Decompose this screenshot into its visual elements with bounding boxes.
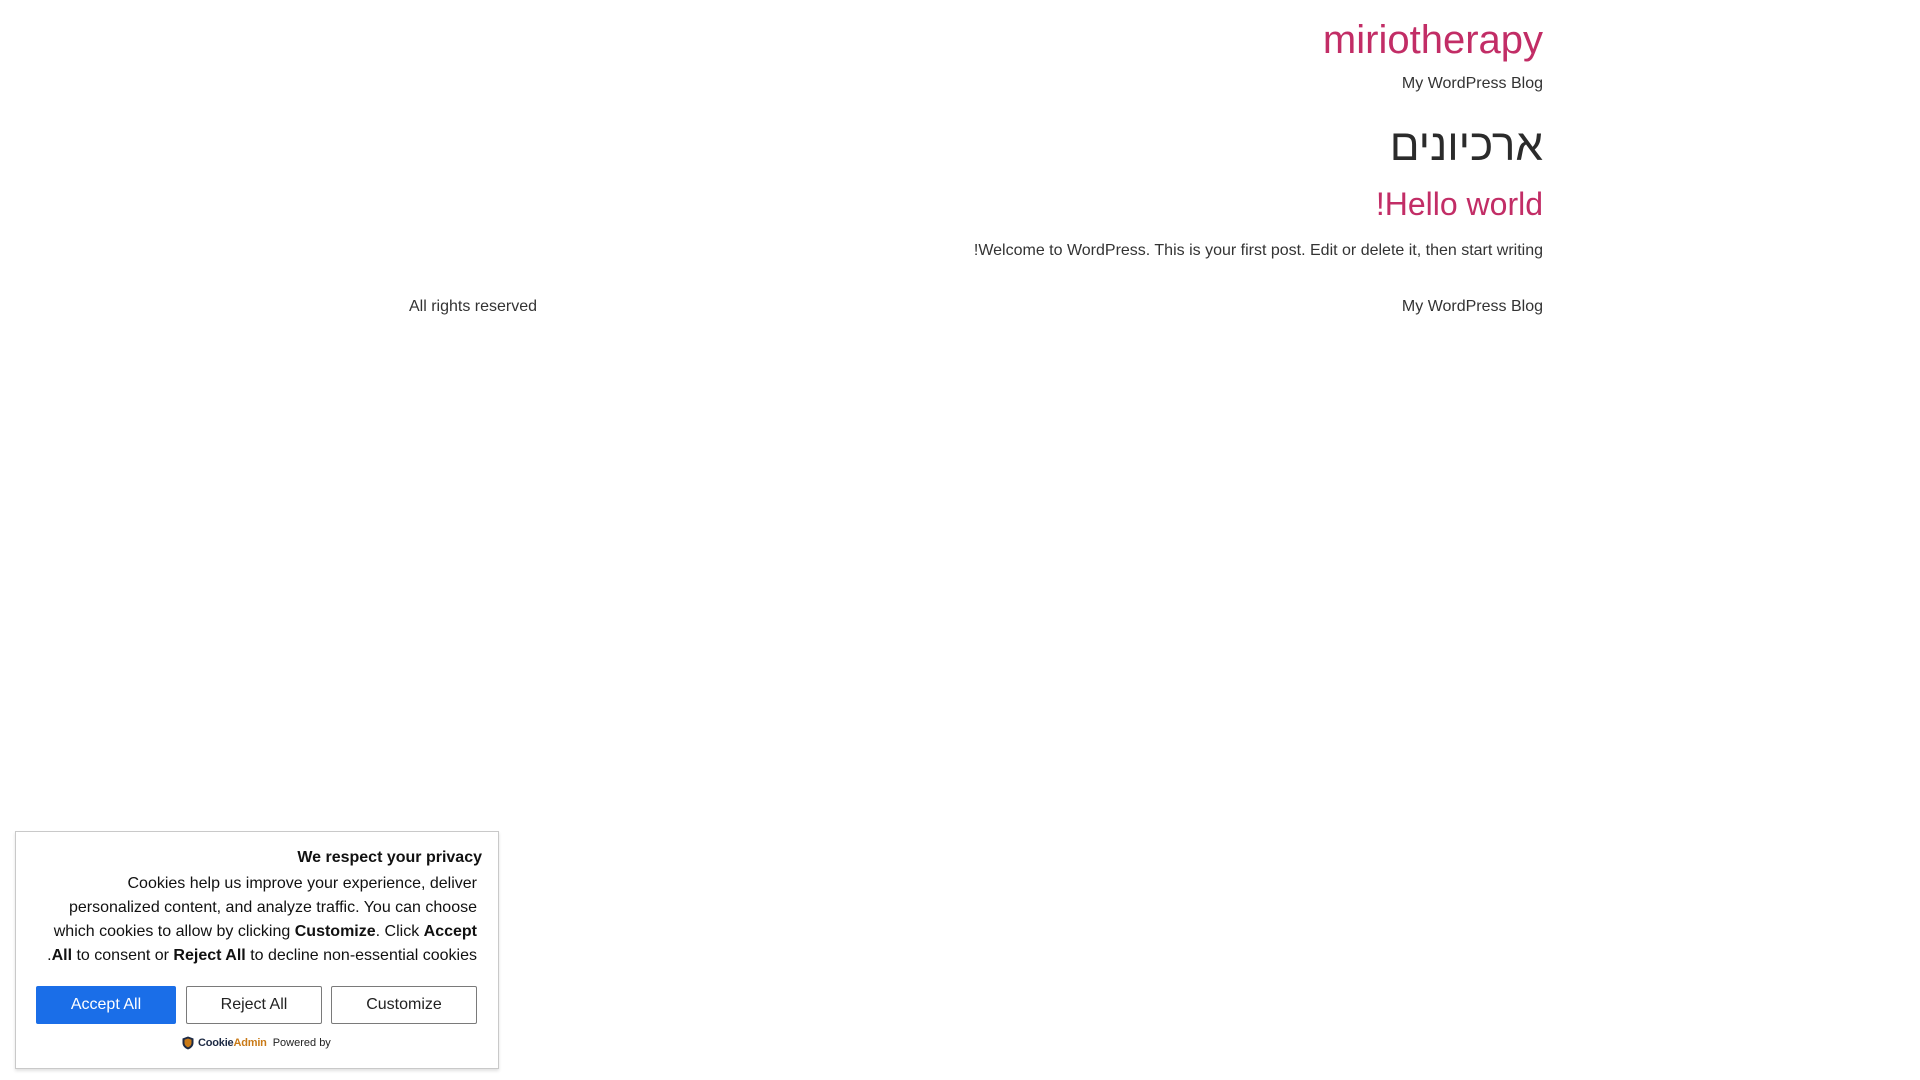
post-title-link[interactable]: Hello world! — [1376, 186, 1543, 222]
cookie-consent-banner: We respect your privacy Cookies help us … — [15, 831, 499, 1069]
post-excerpt: Welcome to WordPress. This is your first… — [973, 242, 1543, 259]
cookie-text-customize: Customize — [294, 923, 376, 940]
footer-copyright: All rights reserved — [409, 298, 538, 315]
page: miriotherapy My WordPress Blog ארכיונים … — [0, 0, 1920, 1080]
cookie-text-part: to consent or — [72, 947, 174, 964]
post-title: Hello world! — [1376, 184, 1543, 224]
reject-all-button[interactable]: Reject All — [186, 986, 322, 1024]
archive-title: ארכיונים — [1389, 121, 1543, 170]
powered-by-label: Powered by — [272, 1037, 331, 1049]
powered-by-cookieadmin[interactable]: Cookie Admin Powered by — [182, 1033, 331, 1053]
shield-icon — [182, 1036, 194, 1050]
cookie-text-part: . Click — [375, 923, 424, 940]
cookie-banner-text: Cookies help us improve your experience,… — [47, 872, 477, 968]
accept-all-button[interactable]: Accept All — [36, 986, 176, 1024]
site-title-link[interactable]: miriotherapy — [1323, 16, 1543, 64]
footer-blog-name: My WordPress Blog — [1401, 298, 1543, 315]
customize-button[interactable]: Customize — [331, 986, 477, 1024]
site-tagline: My WordPress Blog — [1401, 75, 1543, 92]
cookie-text-reject: Reject All — [173, 947, 246, 964]
cookie-banner-title: We respect your privacy — [297, 849, 482, 866]
cookie-button-row: Accept All Reject All Customize — [36, 986, 482, 1024]
brand-admin-text: Admin — [233, 1037, 267, 1049]
brand-cookie-text: Cookie — [198, 1037, 234, 1049]
